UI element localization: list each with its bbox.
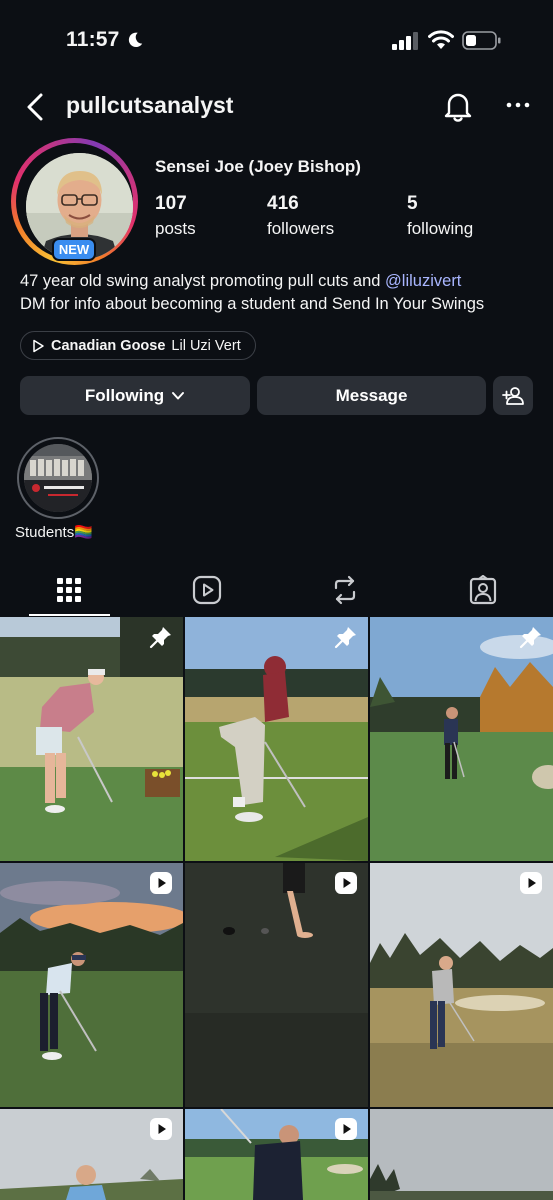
profile-bio: 47 year old swing analyst promoting pull… bbox=[20, 270, 540, 316]
cellular-signal-icon bbox=[392, 32, 418, 50]
tab-reels[interactable] bbox=[167, 563, 247, 617]
reel-icon bbox=[150, 1118, 172, 1140]
music-artist: Lil Uzi Vert bbox=[171, 337, 241, 354]
stat-label: followers bbox=[267, 219, 335, 238]
grid-post[interactable] bbox=[370, 1109, 553, 1200]
reel-icon bbox=[150, 872, 172, 894]
tab-posts-grid[interactable] bbox=[29, 563, 109, 617]
profile-header: pullcutsanalyst bbox=[0, 80, 553, 134]
status-time: 11:57 bbox=[66, 28, 120, 51]
post-thumbnail bbox=[0, 863, 183, 1107]
post-thumbnail bbox=[185, 863, 368, 1107]
grid-post[interactable] bbox=[185, 617, 368, 861]
grid-post[interactable] bbox=[370, 617, 553, 861]
pin-icon bbox=[149, 627, 171, 649]
stat-value: 107 bbox=[155, 193, 187, 214]
grid-post[interactable] bbox=[0, 617, 183, 861]
profile-username: pullcutsanalyst bbox=[66, 92, 234, 118]
grid-post[interactable] bbox=[185, 1109, 368, 1200]
post-thumbnail bbox=[185, 617, 368, 861]
highlight-label: Students🏳️‍🌈 bbox=[15, 524, 93, 541]
stat-label: following bbox=[407, 219, 474, 238]
post-thumbnail bbox=[370, 1109, 553, 1200]
repost-icon bbox=[334, 575, 356, 605]
battery-icon bbox=[462, 31, 501, 50]
more-options-icon[interactable] bbox=[504, 98, 532, 112]
pin-icon bbox=[519, 627, 541, 649]
bio-text: 47 year old swing analyst promoting pull… bbox=[20, 272, 386, 290]
new-badge: NEW bbox=[52, 238, 96, 261]
stat-followers[interactable]: 416 followers bbox=[267, 193, 334, 239]
status-bar: 11:57 bbox=[0, 0, 553, 80]
reel-icon bbox=[520, 872, 542, 894]
grid-post[interactable] bbox=[0, 863, 183, 1107]
highlight-cover-image bbox=[24, 444, 92, 512]
moon-icon bbox=[128, 32, 143, 48]
bio-text: DM for info about becoming a student and… bbox=[20, 295, 485, 313]
grid-post[interactable] bbox=[185, 863, 368, 1107]
stat-label: posts bbox=[155, 219, 196, 238]
bio-mention-link[interactable]: @liluzivert bbox=[385, 272, 461, 290]
stat-value: 5 bbox=[407, 193, 418, 214]
stat-posts[interactable]: 107 posts bbox=[155, 193, 196, 239]
grid-post[interactable] bbox=[370, 863, 553, 1107]
play-icon bbox=[33, 339, 44, 352]
stat-value: 416 bbox=[267, 193, 299, 214]
notification-bell-icon[interactable] bbox=[443, 90, 473, 122]
stat-following[interactable]: 5 following bbox=[407, 193, 473, 239]
post-thumbnail bbox=[0, 617, 183, 861]
following-button-label: Following bbox=[84, 385, 165, 405]
reels-icon bbox=[192, 575, 222, 605]
chevron-down-icon bbox=[172, 391, 185, 399]
post-thumbnail bbox=[370, 617, 553, 861]
back-arrow-icon[interactable] bbox=[24, 92, 46, 122]
following-button[interactable]: Following bbox=[20, 376, 250, 415]
message-button-label: Message bbox=[335, 385, 408, 405]
grid-icon bbox=[57, 578, 81, 602]
add-user-icon bbox=[502, 386, 524, 405]
reel-icon bbox=[335, 1118, 357, 1140]
story-highlight-students[interactable] bbox=[17, 437, 99, 519]
profile-music-pill[interactable]: Canadian Goose Lil Uzi Vert bbox=[20, 331, 256, 360]
message-button[interactable]: Message bbox=[257, 376, 486, 415]
tab-reposts[interactable] bbox=[305, 563, 385, 617]
active-tab-indicator bbox=[29, 614, 110, 616]
tab-tagged[interactable] bbox=[443, 563, 523, 617]
profile-full-name: Sensei Joe (Joey Bishop) bbox=[155, 157, 361, 176]
reel-icon bbox=[335, 872, 357, 894]
tagged-person-icon bbox=[469, 575, 497, 605]
pin-icon bbox=[334, 627, 356, 649]
suggested-users-button[interactable] bbox=[493, 376, 533, 415]
wifi-icon bbox=[428, 30, 454, 49]
grid-post[interactable] bbox=[0, 1109, 183, 1200]
profile-tabs bbox=[0, 563, 553, 617]
music-song-title: Canadian Goose bbox=[51, 337, 166, 354]
post-thumbnail bbox=[370, 863, 553, 1107]
